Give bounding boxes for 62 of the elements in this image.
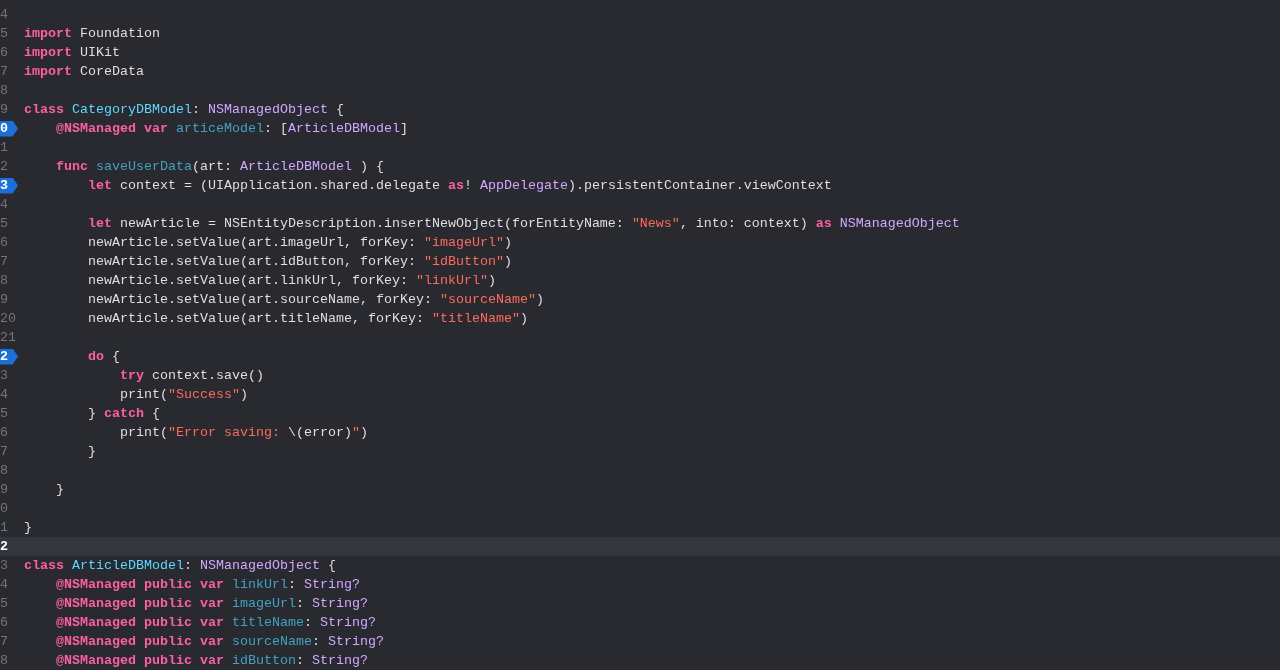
code-line: newArticle.setValue(art.sourceName, forKey: "sourceName")	[87, 291, 544, 309]
line-number: 9	[0, 481, 8, 499]
breakpoint-marker[interactable]: 0	[0, 120, 18, 137]
code-line: let context = (UIApplication.shared.delegate as! AppDelegate).persistentContainer.viewContext	[87, 177, 832, 195]
code-line: }	[87, 443, 96, 461]
line-number: 0	[0, 500, 8, 518]
line-number: 6	[0, 424, 8, 442]
breakpoint-marker[interactable]: 3	[0, 177, 18, 194]
code-line: do {	[87, 348, 120, 366]
line-number: 9	[0, 291, 8, 309]
line-number: 4	[0, 386, 8, 404]
code-line: import CoreData	[24, 63, 144, 81]
line-number: 5	[0, 405, 8, 423]
code-line: newArticle.setValue(art.linkUrl, forKey: "linkUrl")	[87, 272, 496, 290]
code-line: @NSManaged public var sourceName: String?	[55, 633, 384, 651]
breakpoint-marker[interactable]: 2	[0, 348, 18, 365]
line-number: 1	[0, 139, 8, 157]
line-number: 6	[0, 44, 8, 62]
line-number: 4	[0, 196, 8, 214]
line-number: 5	[0, 215, 8, 233]
line-number: 21	[0, 329, 16, 347]
code-line: newArticle.setValue(art.titleName, forKey: "titleName")	[87, 310, 528, 328]
code-line: print("Success")	[118, 386, 248, 404]
line-number: 7	[0, 633, 8, 651]
code-line: class CategoryDBModel: NSManagedObject {	[24, 101, 344, 119]
code-line: newArticle.setValue(art.idButton, forKey: "idButton")	[87, 253, 512, 271]
code-line: }	[24, 519, 32, 537]
line-number: 2	[0, 158, 8, 176]
line-number: 8	[0, 82, 8, 100]
code-line: newArticle.setValue(art.imageUrl, forKey: "imageUrl")	[87, 234, 512, 252]
line-number: 2	[0, 538, 8, 556]
code-line: @NSManaged public var idButton: String?	[55, 652, 368, 670]
code-line: @NSManaged public var linkUrl: String?	[55, 576, 360, 594]
code-line: import Foundation	[24, 25, 160, 43]
code-line: try context.save()	[118, 367, 264, 385]
line-number: 4	[0, 6, 8, 24]
line-number: 6	[0, 614, 8, 632]
line-number: 8	[0, 272, 8, 290]
line-number: 3	[0, 367, 8, 385]
line-number: 7	[0, 63, 8, 81]
line-number: 8	[0, 652, 8, 670]
code-line: import UIKit	[24, 44, 120, 62]
code-line: }	[55, 481, 64, 499]
code-line: @NSManaged var articeModel: [ArticleDBModel]	[55, 120, 408, 138]
code-line: func saveUserData(art: ArticleDBModel ) {	[55, 158, 384, 176]
code-line: print("Error saving: \(error)")	[118, 424, 368, 442]
code-line: @NSManaged public var imageUrl: String?	[55, 595, 368, 613]
code-line: } catch {	[87, 405, 160, 423]
line-number: 9	[0, 101, 8, 119]
code-line: class ArticleDBModel: NSManagedObject {	[24, 557, 336, 575]
code-line: let newArticle = NSEntityDescription.insertNewObject(forEntityName: "News", into: context) as NSManagedObject	[87, 215, 960, 233]
line-number: 5	[0, 25, 8, 43]
line-number: 1	[0, 519, 8, 537]
line-number: 5	[0, 595, 8, 613]
line-number: 20	[0, 310, 16, 328]
line-number: 7	[0, 443, 8, 461]
line-number: 6	[0, 234, 8, 252]
line-number: 7	[0, 253, 8, 271]
line-number: 8	[0, 462, 8, 480]
line-number: 3	[0, 557, 8, 575]
code-line: @NSManaged public var titleName: String?	[55, 614, 376, 632]
line-number: 4	[0, 576, 8, 594]
